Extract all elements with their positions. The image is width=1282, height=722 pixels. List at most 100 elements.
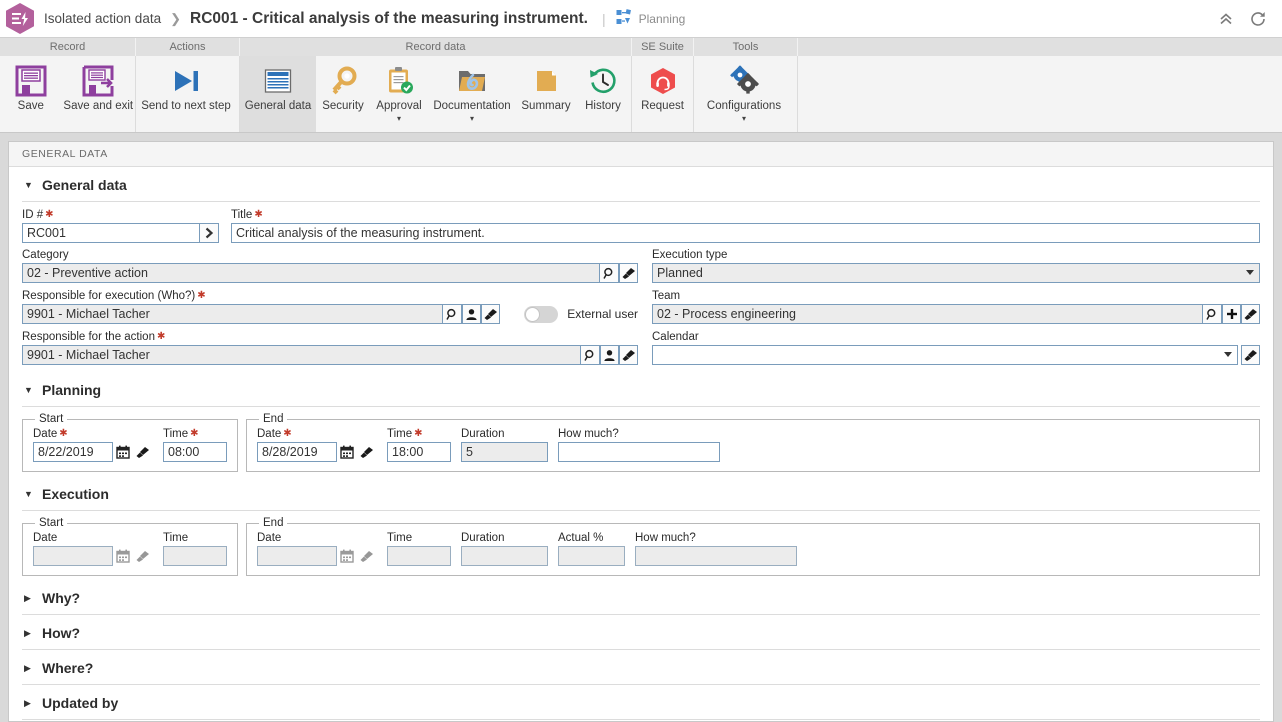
summary-button[interactable]: Summary: [516, 56, 576, 132]
chevron-down-icon[interactable]: ▾: [397, 114, 401, 123]
team-input[interactable]: [652, 304, 1203, 324]
request-button[interactable]: Request: [632, 56, 693, 132]
go-arrow-icon[interactable]: [200, 223, 219, 243]
field-calendar: Calendar: [652, 331, 1260, 365]
chevron-down-icon[interactable]: ▾: [742, 114, 746, 123]
search-icon[interactable]: [581, 345, 600, 365]
ribbon-tab-record-data[interactable]: Record data: [240, 38, 632, 56]
brush-icon[interactable]: [1241, 304, 1260, 324]
section-header-why[interactable]: ▶ Why?: [22, 580, 1260, 614]
configurations-button[interactable]: Configurations ▾: [694, 56, 794, 132]
approval-button[interactable]: Approval ▾: [370, 56, 428, 132]
title-bar: Isolated action data ❯ RC001 - Critical …: [0, 0, 1282, 38]
search-icon[interactable]: [443, 304, 463, 324]
calendar-icon[interactable]: [337, 546, 357, 566]
ribbon-group-se-suite: Request: [632, 56, 694, 132]
calendar-icon[interactable]: [113, 546, 133, 566]
right-column: Execution type Team: [652, 249, 1260, 372]
save-button-label: Save: [17, 100, 44, 112]
general-data-panel: GENERAL DATA ▼ General data ID # ✱ RC001…: [8, 141, 1274, 722]
execution-end-time-input[interactable]: [387, 546, 451, 566]
execution-duration-input[interactable]: [461, 546, 548, 566]
id-input[interactable]: [22, 223, 200, 243]
category-input[interactable]: [22, 263, 600, 283]
ribbon-tab-se-suite[interactable]: SE Suite: [632, 38, 694, 56]
brush-icon[interactable]: [1241, 345, 1260, 365]
field-execution-type: Execution type: [652, 249, 1260, 283]
calendar-icon[interactable]: [113, 442, 133, 462]
external-user-toggle[interactable]: [524, 305, 559, 323]
ribbon-tab-actions[interactable]: Actions: [136, 38, 240, 56]
execution-end-legend: End: [263, 517, 284, 529]
section-title-why: Why?: [42, 590, 81, 606]
execution-start-time-input[interactable]: [163, 546, 227, 566]
search-icon[interactable]: [1203, 304, 1222, 324]
chevron-double-up-icon[interactable]: [1218, 11, 1234, 27]
required-marker: ✱: [59, 428, 68, 439]
send-to-next-step-button[interactable]: Send to next step: [136, 56, 236, 132]
ribbon-group-tools: Configurations ▾: [694, 56, 798, 132]
section-header-general-data[interactable]: ▼ General data: [22, 167, 1260, 201]
save-and-exit-button[interactable]: Save and exit: [62, 56, 135, 132]
approval-clipboard-icon: [383, 62, 415, 100]
user-icon[interactable]: [462, 304, 482, 324]
send-next-step-icon: [169, 62, 203, 100]
section-header-planning[interactable]: ▼ Planning: [22, 372, 1260, 406]
user-icon[interactable]: [600, 345, 619, 365]
execution-actual-pct-input[interactable]: [558, 546, 625, 566]
chevron-down-icon[interactable]: ▾: [470, 114, 474, 123]
planning-end-date-input[interactable]: [257, 442, 337, 462]
planning-how-much-input[interactable]: [558, 442, 720, 462]
planning-start-date-input[interactable]: [33, 442, 113, 462]
section-header-updated-by[interactable]: ▶ Updated by: [22, 685, 1260, 719]
save-button[interactable]: Save: [0, 56, 62, 132]
save-and-exit-icon: [81, 62, 115, 100]
execution-start-time: Time: [163, 532, 227, 566]
execution-start-date-input[interactable]: [33, 546, 113, 566]
brush-icon[interactable]: [357, 442, 377, 462]
execution-end-date-label: Date: [257, 532, 282, 544]
execution-end-date-input[interactable]: [257, 546, 337, 566]
section-header-where[interactable]: ▶ Where?: [22, 650, 1260, 684]
title-divider: |: [601, 10, 606, 27]
execution-how-much-input[interactable]: [635, 546, 797, 566]
planning-start-date: Date ✱: [33, 428, 153, 462]
panel-header: GENERAL DATA: [9, 142, 1273, 167]
title-input[interactable]: [231, 223, 1260, 243]
security-button[interactable]: Security: [316, 56, 370, 132]
brush-icon[interactable]: [133, 546, 153, 566]
history-label: History: [585, 100, 621, 112]
planning-duration-input[interactable]: [461, 442, 548, 462]
required-marker: ✱: [414, 428, 423, 439]
section-header-execution[interactable]: ▼ Execution: [22, 476, 1260, 510]
plus-icon[interactable]: [1222, 304, 1241, 324]
documentation-button[interactable]: Documentation ▾: [428, 56, 516, 132]
planning-start-time-input[interactable]: [163, 442, 227, 462]
brush-icon[interactable]: [619, 345, 638, 365]
search-icon[interactable]: [600, 263, 619, 283]
brush-icon[interactable]: [481, 304, 501, 324]
brush-icon[interactable]: [357, 546, 377, 566]
planning-end-time-input[interactable]: [387, 442, 451, 462]
ribbon-tab-tools[interactable]: Tools: [694, 38, 798, 56]
execution-start-legend: Start: [39, 517, 64, 529]
breadcrumb-root[interactable]: Isolated action data: [44, 11, 161, 26]
refresh-icon[interactable]: [1248, 9, 1268, 29]
planning-duration-label: Duration: [461, 428, 505, 440]
responsible-execution-input[interactable]: [22, 304, 444, 324]
history-button[interactable]: History: [576, 56, 630, 132]
execution-type-select[interactable]: [652, 263, 1260, 283]
triangle-down-icon: ▼: [24, 385, 33, 395]
responsible-action-input[interactable]: [22, 345, 581, 365]
section-header-how[interactable]: ▶ How?: [22, 615, 1260, 649]
calendar-icon[interactable]: [337, 442, 357, 462]
brush-icon[interactable]: [133, 442, 153, 462]
planning-start-fieldset: Start Date ✱ 8/22/2019 Time ✱ 08:00: [22, 413, 238, 472]
triangle-down-icon: ▼: [24, 180, 33, 190]
calendar-select[interactable]: [652, 345, 1238, 365]
ribbon-tab-record[interactable]: Record: [0, 38, 136, 56]
field-category: Category: [22, 249, 638, 283]
general-data-button[interactable]: General data: [240, 56, 316, 132]
planning-end-legend: End: [263, 413, 284, 425]
brush-icon[interactable]: [619, 263, 638, 283]
